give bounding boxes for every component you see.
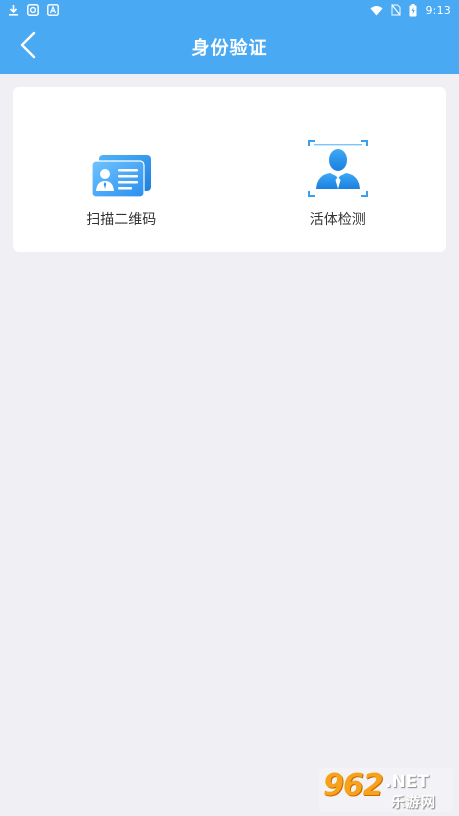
watermark-suffix: .NET [385,772,429,792]
status-left [8,4,59,16]
site-watermark: 962 .NET 乐游网 [319,768,453,812]
watermark-number: 962 [323,768,384,803]
battery-icon [409,3,417,17]
status-time: 9:13 [425,3,451,17]
chevron-left-icon [19,31,37,63]
no-sim-icon [391,4,402,16]
scan-qr-option[interactable]: 扫描二维码 [13,87,230,252]
back-button[interactable] [12,31,44,63]
liveness-detection-option[interactable]: 活体检测 [230,87,447,252]
status-bar: 9:13 [0,0,459,20]
download-icon [8,4,19,16]
page-title: 身份验证 [191,38,268,59]
app-badge-icon [27,4,39,16]
face-scan-icon [306,139,370,199]
nav-bar: 身份验证 [0,20,459,74]
id-card-icon [89,139,153,199]
watermark-chinese: 乐游网 [391,795,436,811]
screen: 9:13 身份验证 扫描二维码 活体检测 962 .NET 乐游网 [0,0,459,816]
a-badge-icon [47,4,59,16]
scan-qr-label: 扫描二维码 [86,212,157,228]
verification-options-card: 扫描二维码 活体检测 [13,87,446,252]
wifi-icon [370,5,383,16]
liveness-detection-label: 活体检测 [309,212,366,228]
status-right: 9:13 [370,3,451,17]
